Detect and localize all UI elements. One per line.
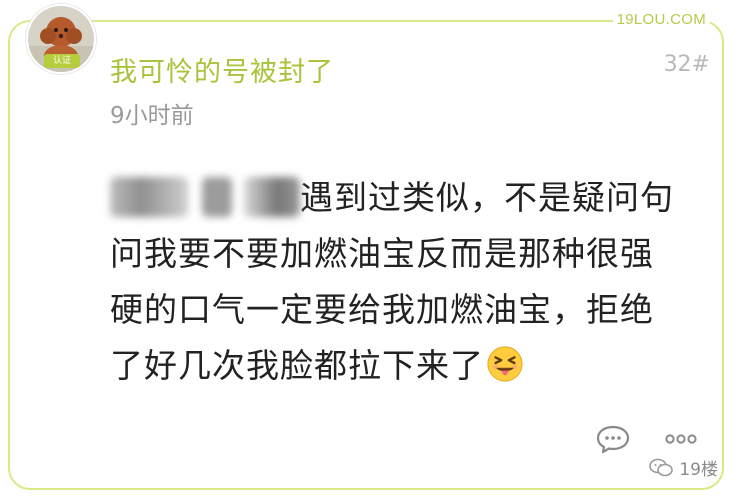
- redacted-blur-3: [244, 177, 300, 217]
- post-body-line-2: 问我要不要加燃油宝反而是那种很强: [110, 234, 654, 273]
- avatar-verified-badge: 认证: [44, 54, 80, 68]
- username[interactable]: 我可怜的号被封了: [110, 50, 334, 89]
- more-dots-icon[interactable]: [664, 428, 698, 450]
- floor-number: 32#: [663, 52, 710, 77]
- redacted-blur-1: [110, 177, 188, 217]
- post-body-line-4: 了好几次我脸都拉下来了: [110, 338, 720, 394]
- avatar[interactable]: 认证: [26, 4, 96, 74]
- post-body-line-3: 硬的口气一定要给我加燃油宝，拒绝: [110, 290, 654, 329]
- post-body-line-1: 遇到过类似，不是疑问句: [110, 170, 720, 226]
- tongue-out-face-emoji-icon: [487, 346, 523, 382]
- wechat-watermark: 19楼: [649, 455, 718, 480]
- post-body-line-4-text: 了好几次我脸都拉下来了: [110, 346, 484, 385]
- watermark-bottom-text: 19楼: [679, 460, 718, 480]
- site-watermark-top: 19LOU.COM: [612, 11, 710, 28]
- redacted-blur-2: [202, 177, 232, 217]
- post-body-line-1-text: 遇到过类似，不是疑问句: [300, 178, 674, 217]
- wechat-icon: [649, 458, 674, 476]
- comment-bubble-icon[interactable]: [596, 424, 630, 454]
- post-timestamp: 9小时前: [110, 103, 194, 129]
- post-body: 遇到过类似，不是疑问句 问我要不要加燃油宝反而是那种很强 硬的口气一定要给我加燃…: [110, 170, 720, 394]
